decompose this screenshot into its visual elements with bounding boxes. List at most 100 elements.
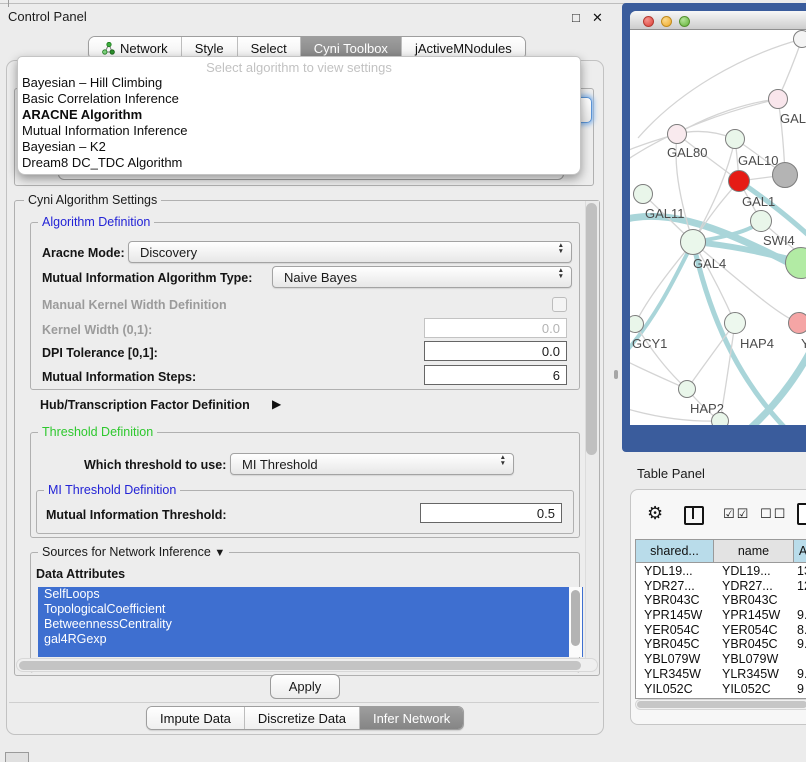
algorithm-option[interactable]: Bayesian – K2 (22, 139, 576, 155)
gear-icon[interactable]: ⚙ (647, 503, 663, 524)
table-row[interactable]: YPR145WYPR145W9. (636, 608, 806, 623)
algorithm-option[interactable]: Basic Correlation Inference (22, 91, 576, 107)
table-row[interactable]: YDL19...YDL19...13 (636, 564, 806, 579)
minimize-traffic-light[interactable] (661, 16, 672, 27)
aracne-mode-combobox[interactable]: Discovery ▲▼ (128, 241, 572, 263)
network-window[interactable]: GALGAL80GAL10GAL1GAL11SWI4GAL4GCY1HAP4YH… (630, 11, 806, 425)
algorithm-option[interactable]: Mutual Information Inference (22, 123, 576, 139)
tab-infer-network[interactable]: Infer Network (360, 707, 463, 729)
network-node[interactable] (772, 162, 798, 188)
table-cell: YBR045C (714, 637, 794, 652)
expand-right-icon[interactable]: ▶ (272, 397, 281, 411)
tab-label: Select (251, 41, 287, 56)
kernel-width-label: Kernel Width (0,1): (42, 323, 152, 337)
table-cell: YDR27... (714, 579, 794, 594)
settings-vscrollbar-thumb[interactable] (586, 203, 597, 455)
table-row[interactable]: YBL079WYBL079W (636, 652, 806, 667)
network-node-y[interactable] (788, 312, 806, 334)
select-all-checks-icon[interactable]: ☑☑ (723, 506, 750, 522)
table-row[interactable]: YDR27...YDR27...12 (636, 579, 806, 594)
network-node[interactable] (793, 30, 806, 48)
network-node-gal11[interactable] (633, 184, 653, 204)
corner-tick (8, 0, 9, 7)
sources-title[interactable]: Sources for Network Inference ▼ (38, 545, 229, 559)
columns-icon[interactable] (684, 506, 704, 525)
data-attributes-label: Data Attributes (36, 567, 125, 581)
table-cell: YIL052C (714, 682, 794, 697)
network-node[interactable] (711, 412, 729, 425)
mi-threshold-title: MI Threshold Definition (44, 483, 180, 497)
close-icon[interactable]: ✕ (592, 10, 603, 26)
table-cell (794, 652, 806, 667)
table-row[interactable]: YBR045CYBR045C9. (636, 637, 806, 652)
network-node-gal1[interactable] (728, 170, 750, 192)
settings-hscrollbar-thumb[interactable] (19, 661, 581, 670)
tab-discretize-data[interactable]: Discretize Data (245, 707, 360, 729)
close-traffic-light[interactable] (643, 16, 654, 27)
manual-kernel-checkbox[interactable] (552, 297, 567, 312)
column-header-shared[interactable]: shared... (636, 540, 714, 563)
table-cell: YER054C (714, 623, 794, 638)
table-row[interactable]: YIL052CYIL052C9 (636, 682, 806, 697)
network-node-swi4[interactable] (750, 210, 772, 232)
aracne-mode-value: Discovery (140, 245, 197, 260)
apply-button[interactable]: Apply (270, 674, 340, 699)
kernel-width-field[interactable]: 0.0 (424, 318, 567, 338)
dpi-tolerance-field[interactable]: 0.0 (424, 341, 567, 361)
collapse-down-icon[interactable]: ▼ (214, 547, 225, 559)
tab-label: jActiveMNodules (415, 41, 512, 56)
table-cell: YPR145W (714, 608, 794, 623)
algorithm-option[interactable]: Dream8 DC_TDC Algorithm (22, 155, 576, 171)
table-toolbar: ⚙ ☑☑ ☐☐ (631, 500, 806, 532)
network-canvas[interactable]: GALGAL80GAL10GAL1GAL11SWI4GAL4GCY1HAP4YH… (630, 30, 806, 425)
cyni-bottom-tabs: Impute Data Discretize Data Infer Networ… (146, 706, 464, 730)
table-cell: 12 (794, 579, 806, 594)
screen: Control Panel □ ✕ Network Style Select C… (0, 0, 806, 762)
network-window-titlebar[interactable] (630, 11, 806, 30)
document-icon[interactable] (797, 503, 806, 525)
mi-threshold-field[interactable]: 0.5 (420, 503, 562, 523)
network-node-gal[interactable] (768, 89, 788, 109)
network-node-hap2[interactable] (678, 380, 696, 398)
column-header-name[interactable]: name (714, 540, 794, 563)
float-window-icon[interactable]: □ (572, 10, 580, 25)
hub-definition-label[interactable]: Hub/Transcription Factor Definition (40, 398, 250, 412)
algorithm-option[interactable]: Bayesian – Hill Climbing (22, 75, 576, 91)
table-hscrollbar-thumb[interactable] (637, 701, 806, 708)
tab-label: Infer Network (373, 711, 450, 726)
algorithm-option[interactable]: ARACNE Algorithm (22, 107, 576, 123)
mi-type-combobox[interactable]: Naive Bayes ▲▼ (272, 266, 572, 288)
tab-impute-data[interactable]: Impute Data (147, 707, 245, 729)
data-attributes-list[interactable]: SelfLoopsTopologicalCoefficientBetweenne… (38, 587, 583, 657)
deselect-all-checks-icon[interactable]: ☐☐ (760, 506, 787, 522)
node-table: shared... name A YDL19...YDL19...13YDR27… (635, 539, 806, 699)
panel-splitter-handle[interactable] (614, 370, 618, 379)
which-threshold-combobox[interactable]: MI Threshold ▲▼ (230, 453, 514, 475)
dock-panel-icon[interactable] (5, 752, 29, 762)
table-row[interactable]: YER054CYER054C8. (636, 623, 806, 638)
network-node-hap4[interactable] (724, 312, 746, 334)
mi-threshold-label: Mutual Information Threshold: (46, 508, 227, 522)
tab-label: Style (195, 41, 224, 56)
algorithm-dropdown-list: Select algorithm to view settings Bayesi… (17, 56, 581, 175)
network-node-gal10[interactable] (725, 129, 745, 149)
data-attribute-item-selected[interactable]: BetweennessCentrality (38, 617, 583, 632)
mi-steps-field[interactable]: 6 (424, 365, 567, 385)
mi-type-value: Naive Bayes (284, 270, 357, 285)
table-cell: YPR145W (636, 608, 714, 623)
attributes-scrollbar-thumb[interactable] (571, 590, 580, 646)
network-node-gal4[interactable] (680, 229, 706, 255)
data-attribute-item-selected[interactable]: SelfLoops (38, 587, 583, 602)
table-panel: ⚙ ☑☑ ☐☐ shared... name A YDL19...YDL19..… (630, 489, 806, 725)
network-node-gal80[interactable] (667, 124, 687, 144)
column-header-extra[interactable]: A (794, 540, 806, 563)
dpi-tolerance-label: DPI Tolerance [0,1]: (42, 346, 158, 360)
zoom-traffic-light[interactable] (679, 16, 690, 27)
table-cell: 9. (794, 637, 806, 652)
table-row[interactable]: YBR043CYBR043C (636, 593, 806, 608)
data-attribute-item-selected[interactable]: TopologicalCoefficient (38, 602, 583, 617)
data-attribute-item-selected[interactable]: gal4RGexp (38, 632, 583, 647)
dropdown-items: Bayesian – Hill ClimbingBasic Correlatio… (22, 75, 576, 171)
table-row[interactable]: YLR345WYLR345W9. (636, 667, 806, 682)
table-cell: YLR345W (636, 667, 714, 682)
